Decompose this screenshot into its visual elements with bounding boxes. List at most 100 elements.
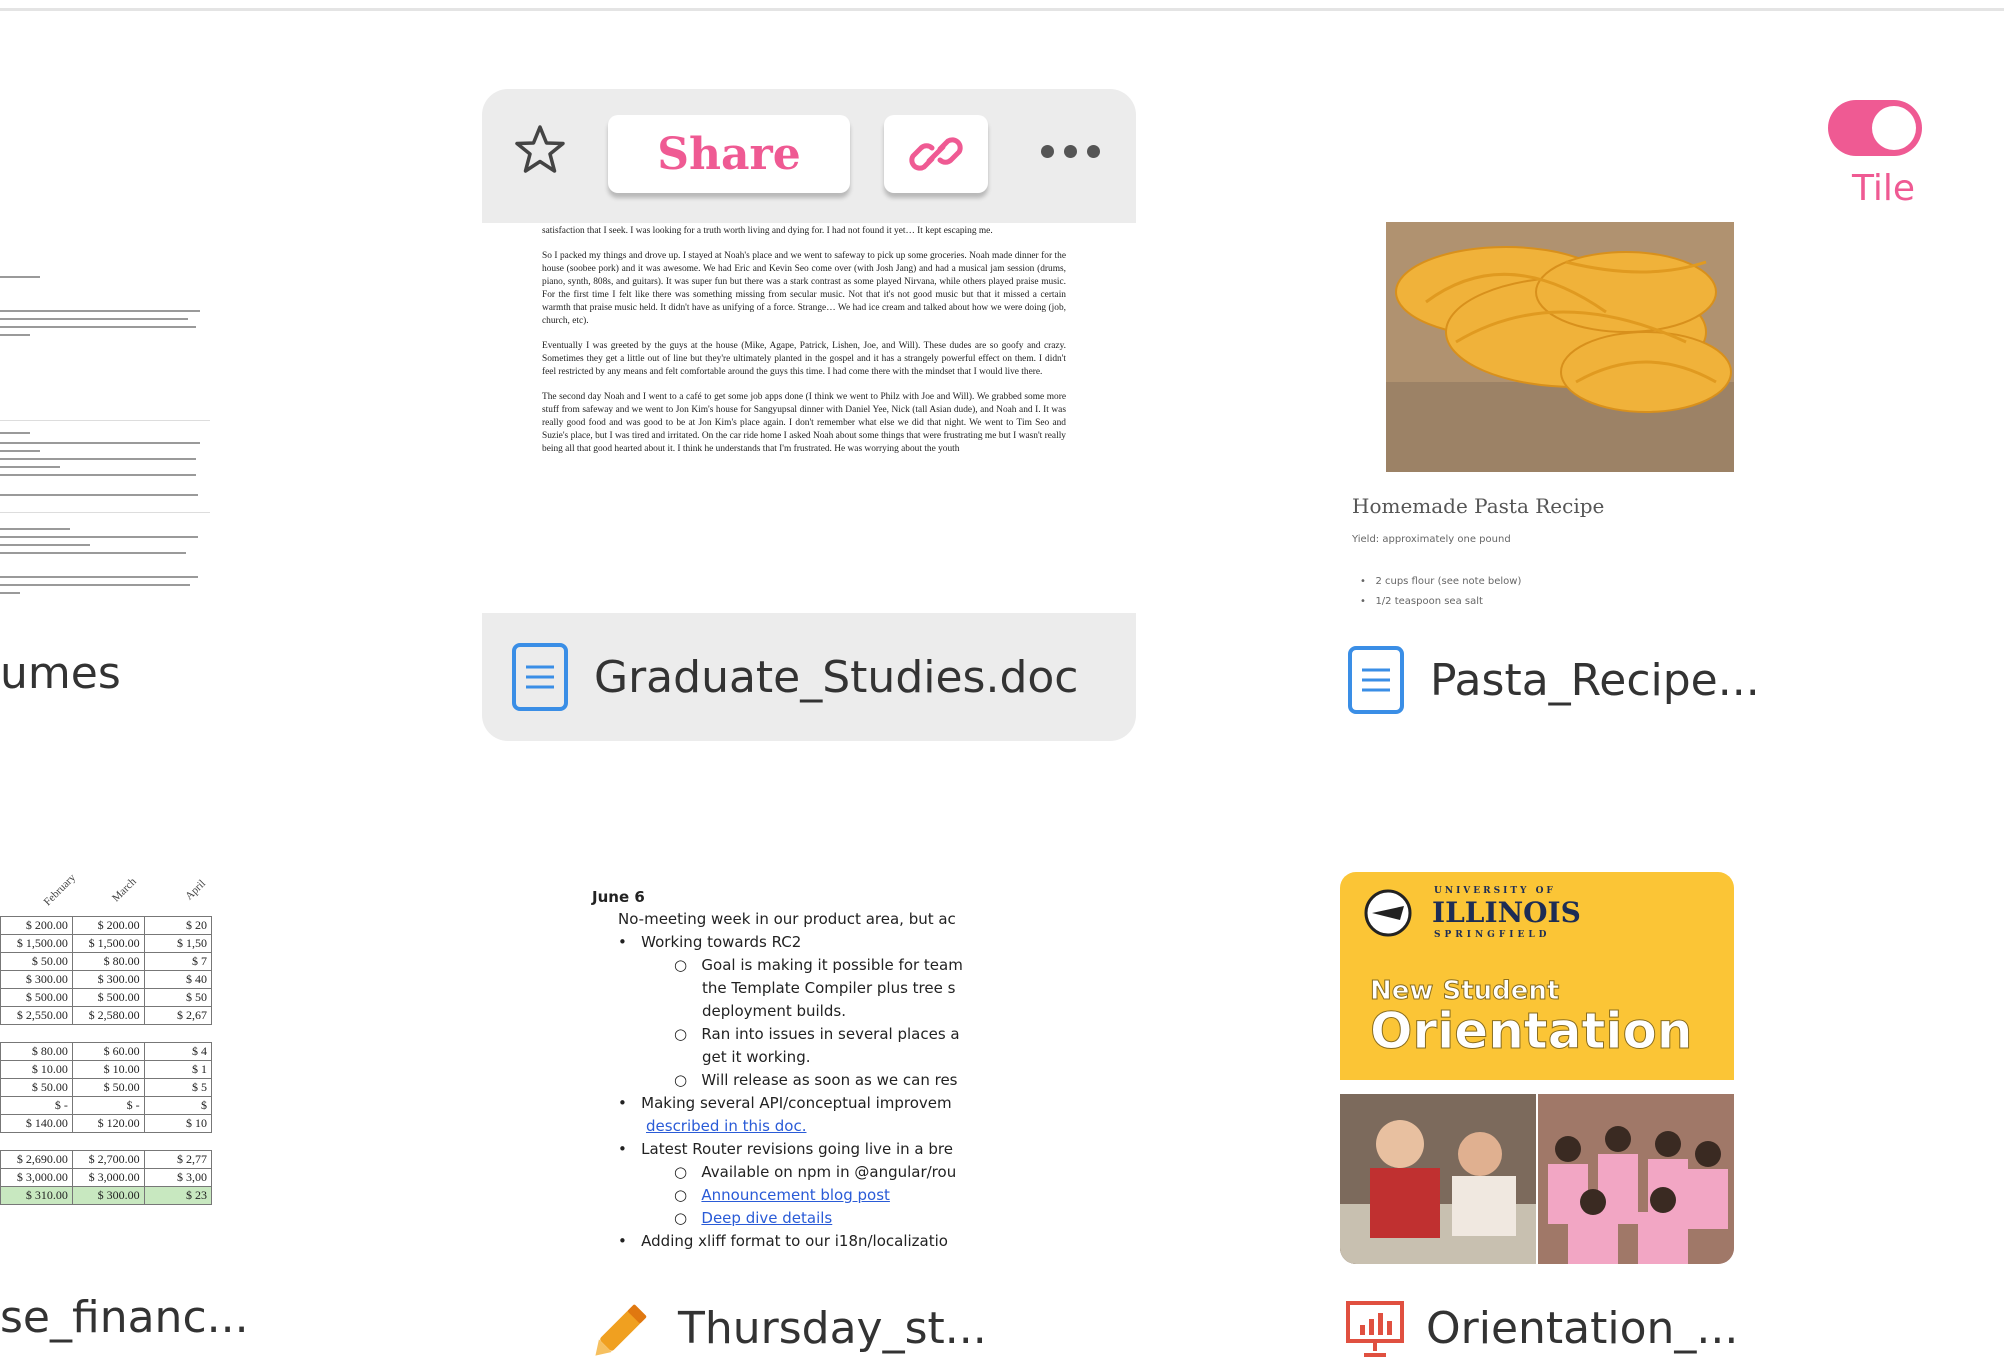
share-button[interactable]: Share	[608, 115, 850, 193]
orientation-label[interactable]: Orientation_...	[1344, 1292, 1738, 1364]
preview-paragraph: satisfaction that I seek. I was looking …	[542, 226, 993, 236]
table-cell: $ 200.00	[71, 916, 145, 935]
pencil-icon	[595, 1304, 647, 1356]
thursday-label[interactable]: Thursday_st...	[588, 1292, 987, 1364]
table-cell: $ 4	[143, 1042, 212, 1061]
table-row: $ 10.00 $ 10.00 $ 1	[0, 1060, 212, 1079]
recipe-yield: Yield: approximately one pound	[1352, 534, 1511, 545]
table-cell: $ 40	[143, 970, 212, 989]
university-name: ILLINOIS	[1432, 896, 1581, 929]
notes-line: ○ Deep dive details	[674, 1209, 833, 1227]
graduate-studies-label[interactable]: Graduate_Studies.doc	[482, 613, 1136, 741]
preview-paragraph: Eventually I was greeted by the guys at …	[542, 341, 1066, 377]
preview-paragraph: The second day Noah and I went to a café…	[542, 392, 1066, 454]
copy-link-button[interactable]	[884, 115, 988, 193]
table-row: $ 300.00 $ 300.00 $ 40	[0, 970, 212, 989]
doc-line	[0, 334, 30, 336]
tile-view-toggle[interactable]	[1828, 100, 1922, 156]
resumes-thumbnail[interactable]	[0, 232, 210, 612]
table-row: $ 1,500.00 $ 1,500.00 $ 1,50	[0, 934, 212, 953]
notes-line: ○ Goal is making it possible for team	[674, 956, 963, 974]
doc-line	[0, 442, 200, 444]
presentation-icon	[1346, 1301, 1404, 1357]
table-cell: $ 300.00	[0, 970, 73, 989]
doc-line	[0, 552, 186, 554]
table-cell: $ 23	[143, 1186, 212, 1205]
table-cell: $ 200.00	[0, 916, 73, 935]
table-spacer	[1, 1133, 212, 1151]
notes-line: ○ Available on npm in @angular/rou	[674, 1163, 957, 1181]
orientation-photos	[1340, 1094, 1734, 1264]
table-cell: $ 310.00	[0, 1186, 73, 1205]
doc-line	[0, 474, 196, 476]
dot	[1086, 144, 1100, 158]
university-campus: SPRINGFIELD	[1434, 930, 1551, 940]
table-cell: $ -	[0, 1096, 73, 1115]
selected-file-card[interactable]: Share satisfaction that I seek. I was lo…	[482, 89, 1136, 741]
file-name: Pasta_Recipe...	[1430, 654, 1760, 706]
thursday-notes-thumbnail[interactable]: June 6 No-meeting week in our product ar…	[584, 880, 980, 1264]
notes-line: ○ Announcement blog post	[674, 1186, 890, 1204]
star-icon[interactable]	[510, 121, 570, 181]
table-spacer	[1, 1025, 212, 1043]
notes-link[interactable]: described in this doc.	[646, 1117, 806, 1135]
dot	[1040, 144, 1054, 158]
table-cell: $ 500.00	[71, 988, 145, 1007]
table-cell: $ 50.00	[0, 952, 73, 971]
doc-line	[0, 592, 20, 594]
finance-table: $ 200.00 $ 200.00 $ 20 $ 1,500.00 $ 1,500.00…	[0, 916, 212, 1205]
toggle-knob	[1872, 106, 1916, 150]
doc-line	[0, 544, 90, 546]
table-cell: $ 120.00	[71, 1114, 145, 1133]
table-cell: $ 3,00	[143, 1168, 212, 1187]
table-row: $ 500.00 $ 500.00 $ 50	[0, 988, 212, 1007]
notes-date: June 6	[592, 888, 645, 906]
table-cell: $ 500.00	[0, 988, 73, 1007]
dot	[1063, 144, 1077, 158]
table-cell: $ 10.00	[71, 1060, 145, 1079]
pasta-recipe-label[interactable]: Pasta_Recipe...	[1346, 644, 1760, 716]
notes-line: • Working towards RC2	[618, 933, 802, 951]
list-item: • 2 cups flour (see note below)	[1360, 576, 1522, 587]
doc-line	[0, 458, 196, 460]
more-options-button[interactable]	[1030, 123, 1110, 179]
table-cell: $ 20	[143, 916, 212, 935]
table-cell: $ 2,580.00	[71, 1006, 145, 1025]
finance-spreadsheet-thumbnail[interactable]: February March April $ 200.00 $ 200.00 $ 2…	[0, 866, 212, 1262]
tile-toggle-label: Tile	[1852, 168, 1916, 209]
preview-paragraph: So I packed my things and drove up. I st…	[542, 251, 1066, 326]
table-cell: $ 10.00	[0, 1060, 73, 1079]
notes-line: get it working.	[702, 1048, 811, 1066]
notes-line: the Template Compiler plus tree s	[702, 979, 956, 997]
table-cell: $ 10	[143, 1114, 212, 1133]
pasta-photo[interactable]	[1386, 222, 1734, 472]
doc-line	[0, 528, 70, 530]
table-cell: $ 3,000.00	[0, 1168, 73, 1187]
doc-line	[0, 276, 40, 278]
doc-line	[0, 326, 196, 328]
finance-label[interactable]: se_financ...	[0, 1292, 249, 1343]
file-name: Thursday_st...	[678, 1302, 987, 1354]
recipe-title: Homemade Pasta Recipe	[1352, 494, 1605, 518]
table-cell: $ 60.00	[71, 1042, 145, 1061]
resumes-label[interactable]: umes	[0, 648, 121, 699]
doc-line	[0, 432, 30, 434]
notes-line: • Making several API/conceptual improvem	[618, 1094, 952, 1112]
table-cell: $ 140.00	[0, 1114, 73, 1133]
notes-line: deployment builds.	[702, 1002, 846, 1020]
file-name: Orientation_...	[1426, 1302, 1739, 1354]
table-row: $ 50.00 $ 80.00 $ 7	[0, 952, 212, 971]
table-row: $ 2,690.00 $ 2,700.00 $ 2,77	[0, 1150, 212, 1169]
top-divider	[0, 8, 2004, 11]
table-cell: $ 300.00	[71, 1186, 145, 1205]
table-row: $ 50.00 $ 50.00 $ 5	[0, 1078, 212, 1097]
table-cell: $ 2,77	[143, 1150, 212, 1169]
table-cell: $ 1,500.00	[0, 934, 73, 953]
table-cell: $ 1	[143, 1060, 212, 1079]
table-row: $ 140.00 $ 120.00 $ 10	[0, 1114, 212, 1133]
table-cell: $ 50.00	[0, 1078, 73, 1097]
table-row: $ 2,550.00 $ 2,580.00 $ 2,67	[0, 1006, 212, 1025]
card-toolbar: Share	[482, 89, 1136, 223]
orientation-slides-thumbnail[interactable]: UNIVERSITY OF ILLINOIS SPRINGFIELD New S…	[1340, 872, 1734, 1264]
month-headers: February March April	[41, 871, 209, 909]
